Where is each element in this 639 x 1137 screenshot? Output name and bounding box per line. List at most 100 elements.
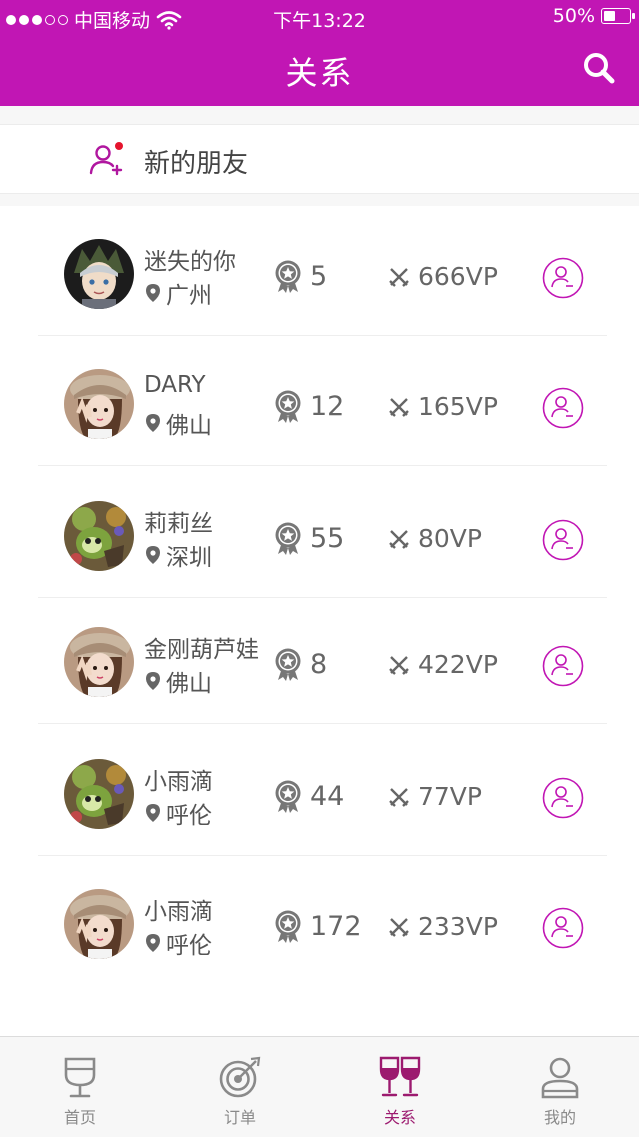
search-icon[interactable] bbox=[581, 50, 617, 86]
friend-vp: 233VP bbox=[388, 912, 498, 941]
friend-level: 55 bbox=[274, 521, 344, 555]
medal-icon bbox=[275, 648, 301, 681]
medal-icon bbox=[275, 260, 301, 293]
new-friend-badge bbox=[115, 142, 123, 150]
level-value: 12 bbox=[310, 390, 345, 422]
friend-list: 迷失的你广州 5 666VP DARY 佛山 12 165VP 莉莉丝深圳 55 80VP 金刚葫芦… bbox=[0, 206, 639, 1036]
tab-orders-label: 订单 bbox=[223, 1108, 256, 1127]
location-pin-icon bbox=[146, 672, 160, 690]
city-label: 佛山 bbox=[166, 671, 212, 697]
crossed-swords-icon bbox=[389, 917, 409, 937]
wine-glass-icon bbox=[64, 1057, 96, 1098]
person-icon bbox=[541, 1057, 579, 1099]
tab-relations-label: 关系 bbox=[383, 1108, 416, 1127]
friend-vp: 165VP bbox=[388, 392, 498, 421]
tab-orders[interactable]: 订单 bbox=[160, 1037, 320, 1137]
friend-vp: 80VP bbox=[388, 524, 482, 553]
crossed-swords-icon bbox=[389, 655, 409, 675]
crossed-swords-icon bbox=[389, 267, 409, 287]
friend-name: 莉莉丝 bbox=[144, 511, 213, 537]
vp-value: 233VP bbox=[418, 912, 498, 941]
crossed-swords-icon bbox=[389, 529, 409, 549]
friend-vp: 666VP bbox=[388, 262, 498, 291]
friend-location: 佛山 bbox=[144, 406, 212, 440]
page-title: 关系 bbox=[285, 54, 354, 92]
friend-row[interactable]: 小雨滴呼伦 44 77VP bbox=[0, 726, 639, 856]
tab-me[interactable]: 我的 bbox=[480, 1037, 639, 1137]
location-pin-icon bbox=[146, 284, 160, 302]
location-pin-icon bbox=[146, 546, 160, 564]
friend-location: 佛山 bbox=[144, 664, 212, 698]
location-pin-icon bbox=[146, 934, 160, 952]
tab-home[interactable]: 首页 bbox=[0, 1037, 160, 1137]
avatar[interactable] bbox=[64, 239, 134, 309]
level-value: 55 bbox=[310, 522, 345, 554]
vp-value: 422VP bbox=[418, 650, 498, 679]
vp-value: 80VP bbox=[418, 524, 482, 553]
remove-friend-button[interactable] bbox=[542, 645, 584, 687]
status-right: 50% bbox=[553, 5, 635, 27]
friend-name: DARY bbox=[144, 372, 206, 398]
friend-name: 小雨滴 bbox=[144, 769, 213, 795]
tab-me-label: 我的 bbox=[543, 1108, 576, 1127]
avatar[interactable] bbox=[64, 627, 134, 697]
row-divider bbox=[38, 465, 607, 466]
new-friends-entry[interactable]: 新的朋友 bbox=[0, 124, 639, 194]
city-label: 深圳 bbox=[166, 545, 212, 571]
city-label: 呼伦 bbox=[166, 933, 212, 959]
vp-value: 165VP bbox=[418, 392, 498, 421]
avatar[interactable] bbox=[64, 759, 134, 829]
tab-relations[interactable]: 关系 bbox=[320, 1037, 480, 1137]
remove-friend-button[interactable] bbox=[542, 519, 584, 561]
vp-value: 77VP bbox=[418, 782, 482, 811]
friend-level: 44 bbox=[274, 779, 344, 813]
medal-icon bbox=[275, 522, 301, 555]
nav-bar: 关系 bbox=[0, 34, 639, 106]
location-pin-icon bbox=[146, 414, 160, 432]
city-label: 佛山 bbox=[166, 413, 212, 439]
friend-location: 深圳 bbox=[144, 538, 212, 572]
medal-icon bbox=[275, 390, 301, 423]
friend-vp: 422VP bbox=[388, 650, 498, 679]
remove-friend-button[interactable] bbox=[542, 257, 584, 299]
battery-icon bbox=[601, 8, 635, 24]
tab-bar: 首页 订单 关系 我的 bbox=[0, 1036, 639, 1137]
friend-location: 呼伦 bbox=[144, 926, 212, 960]
target-icon bbox=[219, 1056, 261, 1098]
remove-friend-button[interactable] bbox=[542, 387, 584, 429]
medal-icon bbox=[275, 780, 301, 813]
friend-row[interactable]: 金刚葫芦娃佛山 8 422VP bbox=[0, 594, 639, 724]
level-value: 8 bbox=[310, 648, 328, 680]
city-label: 呼伦 bbox=[166, 803, 212, 829]
friend-name: 小雨滴 bbox=[144, 899, 213, 925]
tab-home-label: 首页 bbox=[63, 1108, 96, 1127]
friend-level: 12 bbox=[274, 389, 344, 423]
avatar[interactable] bbox=[64, 501, 134, 571]
status-bar: 中国移动 下午13:22 50% bbox=[0, 0, 639, 34]
friend-name: 迷失的你 bbox=[144, 249, 236, 275]
new-friends-label: 新的朋友 bbox=[144, 149, 249, 179]
level-value: 172 bbox=[310, 910, 362, 942]
remove-friend-button[interactable] bbox=[542, 777, 584, 819]
city-label: 广州 bbox=[166, 283, 212, 309]
friend-level: 5 bbox=[274, 259, 327, 293]
friend-location: 广州 bbox=[144, 276, 212, 310]
friend-row[interactable]: 莉莉丝深圳 55 80VP bbox=[0, 468, 639, 598]
vp-value: 666VP bbox=[418, 262, 498, 291]
remove-friend-button[interactable] bbox=[542, 907, 584, 949]
crossed-swords-icon bbox=[389, 787, 409, 807]
location-pin-icon bbox=[146, 804, 160, 822]
avatar[interactable] bbox=[64, 889, 134, 959]
friend-level: 172 bbox=[274, 909, 362, 943]
friend-vp: 77VP bbox=[388, 782, 482, 811]
friend-row[interactable]: DARY 佛山 12 165VP bbox=[0, 336, 639, 466]
avatar[interactable] bbox=[64, 369, 134, 439]
status-time: 下午13:22 bbox=[273, 10, 366, 32]
friend-location: 呼伦 bbox=[144, 796, 212, 830]
level-value: 44 bbox=[310, 780, 345, 812]
row-divider bbox=[38, 723, 607, 724]
friend-row[interactable]: 小雨滴呼伦 172 233VP bbox=[0, 856, 639, 986]
friend-name: 金刚葫芦娃 bbox=[144, 637, 259, 663]
crossed-swords-icon bbox=[389, 397, 409, 417]
friend-row[interactable]: 迷失的你广州 5 666VP bbox=[0, 206, 639, 336]
